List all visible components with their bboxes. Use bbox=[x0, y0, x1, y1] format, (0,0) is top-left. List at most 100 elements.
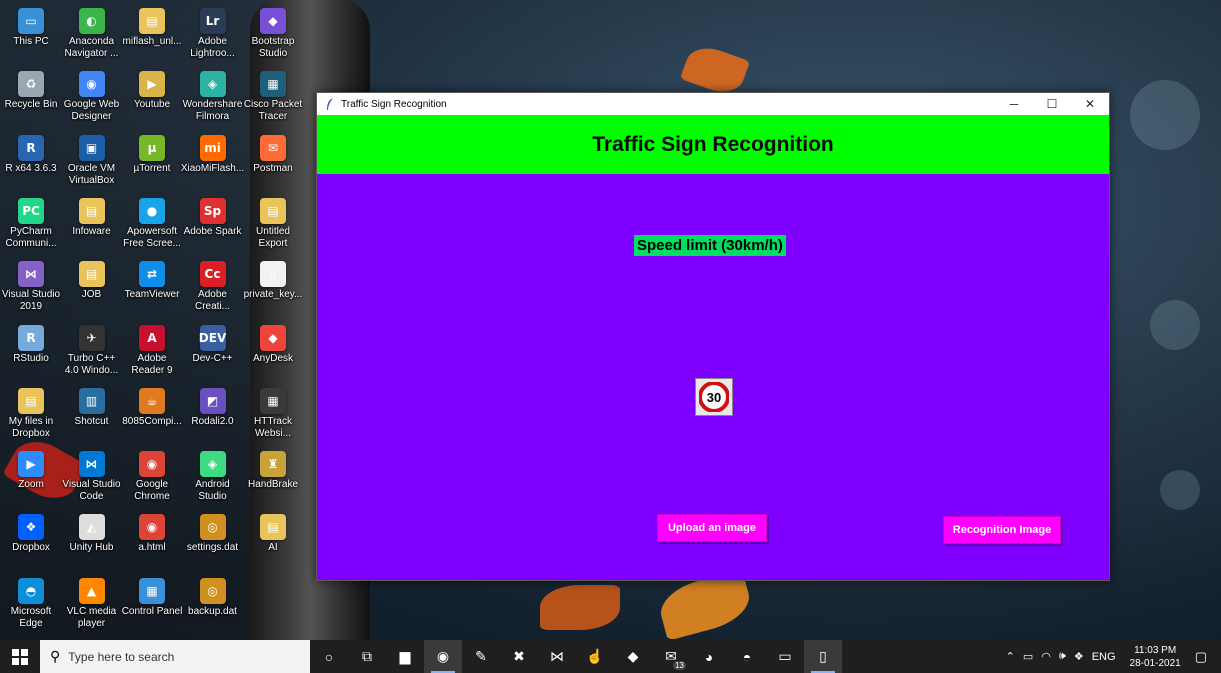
desktop-icon[interactable]: ● Apowersoft Free Scree... bbox=[121, 192, 183, 254]
close-button[interactable]: ✕ bbox=[1071, 93, 1109, 115]
game-icon[interactable]: ◆ bbox=[614, 640, 652, 673]
chevron-up-icon[interactable]: ⌃ bbox=[1006, 650, 1015, 663]
desktop-icon[interactable]: ◆ AnyDesk bbox=[242, 319, 304, 381]
desktop-icon[interactable]: ◈ Wondershare Filmora bbox=[182, 65, 244, 127]
desktop-icon-label: Shotcut bbox=[74, 415, 109, 427]
desktop-icon-label: µTorrent bbox=[133, 162, 171, 174]
desktop-icon[interactable]: ♻ Recycle Bin bbox=[0, 65, 62, 127]
desktop-icon[interactable]: ◈ Android Studio bbox=[182, 445, 244, 507]
desktop-icon[interactable]: ◉ Google Chrome bbox=[121, 445, 183, 507]
desktop-icon-label: Anaconda Navigator ... bbox=[64, 36, 119, 59]
desktop-icon[interactable]: ⇄ TeamViewer bbox=[121, 255, 183, 317]
desktop-app-icon: ◩ bbox=[199, 387, 226, 414]
minimize-button[interactable]: ─ bbox=[995, 93, 1033, 115]
task-view-icon[interactable]: ⧉ bbox=[348, 640, 386, 673]
edge-icon[interactable]: ◓ bbox=[728, 640, 766, 673]
desktop-icon[interactable]: ▤ My files in Dropbox bbox=[0, 382, 62, 444]
desktop-icon[interactable]: mi XiaoMiFlash... bbox=[181, 129, 244, 191]
desktop-icon-label: Google Web Designer bbox=[63, 99, 120, 123]
maximize-button[interactable]: ☐ bbox=[1033, 93, 1071, 115]
desktop-icon-label: RStudio bbox=[13, 352, 49, 364]
desktop-app-icon: ◉ bbox=[139, 451, 165, 478]
terminal-icon[interactable]: ▭ bbox=[766, 640, 804, 673]
recognize-image-button[interactable]: Recognition Image bbox=[943, 516, 1061, 544]
desktop-icon[interactable]: ▥ Shotcut bbox=[61, 382, 123, 444]
desktop-icon-label: Cisco Packet Tracer bbox=[243, 99, 303, 123]
desktop-icon[interactable]: ⋈ Visual Studio 2019 bbox=[0, 255, 62, 317]
notepadpp-icon[interactable]: ✎ bbox=[462, 640, 500, 673]
desktop-app-icon: R bbox=[18, 134, 44, 161]
desktop-icon-label: Dev-C++ bbox=[192, 352, 233, 364]
desktop-icon[interactable]: ◉ a.html bbox=[121, 508, 183, 570]
desktop-icon[interactable]: ▭ This PC bbox=[0, 2, 62, 64]
desktop-icon[interactable]: ▤ Untitled Export bbox=[242, 192, 304, 254]
desktop-icon[interactable]: ▦ Cisco Packet Tracer bbox=[242, 65, 304, 127]
desktop-icon[interactable]: ◎ settings.dat bbox=[182, 508, 244, 570]
window-titlebar[interactable]: Traffic Sign Recognition ─ ☐ ✕ bbox=[317, 93, 1109, 115]
desktop-icon[interactable]: ◭ Unity Hub bbox=[61, 508, 123, 570]
touch-icon[interactable]: ☝ bbox=[576, 640, 614, 673]
chrome-icon[interactable]: ◉ bbox=[424, 640, 462, 673]
desktop-icon[interactable]: µ µTorrent bbox=[121, 129, 183, 191]
desktop-icon-label: Visual Studio Code bbox=[62, 479, 121, 503]
desktop-icon[interactable]: R RStudio bbox=[0, 319, 62, 381]
desktop-icon-label: Adobe Spark bbox=[183, 225, 242, 237]
desktop-icon[interactable]: ✈ Turbo C++ 4.0 Windo... bbox=[61, 319, 123, 381]
clock[interactable]: 11:03 PM 28-01-2021 bbox=[1130, 644, 1181, 670]
desktop-icon[interactable]: RR x64 3.6.3 bbox=[0, 129, 62, 191]
desktop-icon[interactable]: ▣ Oracle VM VirtualBox bbox=[61, 129, 123, 191]
language-indicator[interactable]: ENG bbox=[1092, 651, 1116, 663]
desktop-icon[interactable]: ✉ Postman bbox=[242, 129, 304, 191]
mail-icon[interactable]: ✉ 13 bbox=[652, 640, 690, 673]
desktop-icon[interactable]: ▤ miflash_unl... bbox=[121, 2, 183, 64]
firefox-icon[interactable]: ◕ bbox=[690, 640, 728, 673]
desktop-icon[interactable]: ☕ 8085Compi... bbox=[121, 382, 183, 444]
dropbox-tray-icon[interactable]: ❖ bbox=[1074, 650, 1084, 663]
desktop-icon[interactable]: ▤ JOB bbox=[61, 255, 123, 317]
xampp-icon[interactable]: ✖ bbox=[500, 640, 538, 673]
battery-icon[interactable]: ▭ bbox=[1023, 650, 1033, 663]
desktop-icon[interactable]: ❖ Dropbox bbox=[0, 508, 62, 570]
desktop-icon[interactable]: ◎ backup.dat bbox=[182, 572, 244, 634]
desktop-icon-label: HTTrack Websi... bbox=[254, 415, 292, 439]
desktop-icon[interactable]: ◩ Rodali2.0 bbox=[182, 382, 244, 444]
desktop-app-icon: ▭ bbox=[18, 8, 44, 34]
desktop-icon[interactable]: ▯ private_key... bbox=[242, 255, 304, 317]
file-explorer-icon[interactable]: ▆ bbox=[386, 640, 424, 673]
desktop-icon[interactable]: Sp Adobe Spark bbox=[182, 192, 244, 254]
desktop-icon[interactable]: ▤ AI bbox=[242, 508, 304, 570]
desktop-icon[interactable]: ◉ Google Web Designer bbox=[61, 65, 123, 127]
desktop-icon[interactable]: ▦ Control Panel bbox=[121, 572, 183, 634]
desktop-icon[interactable]: Lr Adobe Lightroo... bbox=[182, 2, 244, 64]
desktop-icon[interactable]: PC PyCharm Communi... bbox=[0, 192, 62, 254]
window-title: Traffic Sign Recognition bbox=[341, 98, 447, 110]
python-window-icon[interactable]: ▯ bbox=[804, 640, 842, 673]
desktop-icon[interactable]: ▶ Youtube bbox=[121, 65, 183, 127]
visual-studio-icon[interactable]: ⋈ bbox=[538, 640, 576, 673]
desktop-icon[interactable]: ◐ Anaconda Navigator ... bbox=[61, 2, 123, 64]
volume-icon[interactable]: 🕪 bbox=[1059, 650, 1066, 663]
desktop-icon[interactable]: ♜ HandBrake bbox=[242, 445, 304, 507]
desktop-icon[interactable]: ▶ Zoom bbox=[0, 445, 62, 507]
network-icon[interactable]: ◠ bbox=[1041, 650, 1051, 663]
desktop-icon[interactable]: ▤ Infoware bbox=[61, 192, 123, 254]
desktop-app-icon: ◈ bbox=[199, 71, 226, 98]
desktop-icon[interactable]: ▦ HTTrack Websi... bbox=[242, 382, 304, 444]
desktop-app-icon: ▥ bbox=[78, 387, 105, 414]
desktop-app-icon: ⇄ bbox=[139, 261, 165, 288]
taskbar-search-box[interactable]: ⚲ Type here to search bbox=[40, 640, 310, 673]
desktop-icon-label: settings.dat bbox=[186, 542, 239, 554]
cortana-icon[interactable]: ○ bbox=[310, 640, 348, 673]
desktop-icon[interactable]: Cc Adobe Creati... bbox=[182, 255, 244, 317]
desktop-icon[interactable]: ◆ Bootstrap Studio bbox=[242, 2, 304, 64]
desktop-icon-label: Adobe Lightroo... bbox=[190, 36, 235, 59]
desktop-icon[interactable]: ⋈ Visual Studio Code bbox=[61, 445, 123, 507]
desktop-icon[interactable]: ◓ Microsoft Edge bbox=[0, 572, 62, 634]
upload-image-button[interactable]: Upload an image bbox=[657, 514, 767, 542]
desktop-icon[interactable]: DEV Dev-C++ bbox=[182, 319, 244, 381]
desktop-icon[interactable]: ▲ VLC media player bbox=[61, 572, 123, 634]
start-button[interactable] bbox=[0, 640, 40, 673]
notification-icon[interactable]: ▢ bbox=[1195, 649, 1207, 665]
desktop-icon[interactable]: A Adobe Reader 9 bbox=[121, 319, 183, 381]
desktop-icon-label: Rodali2.0 bbox=[191, 415, 234, 427]
